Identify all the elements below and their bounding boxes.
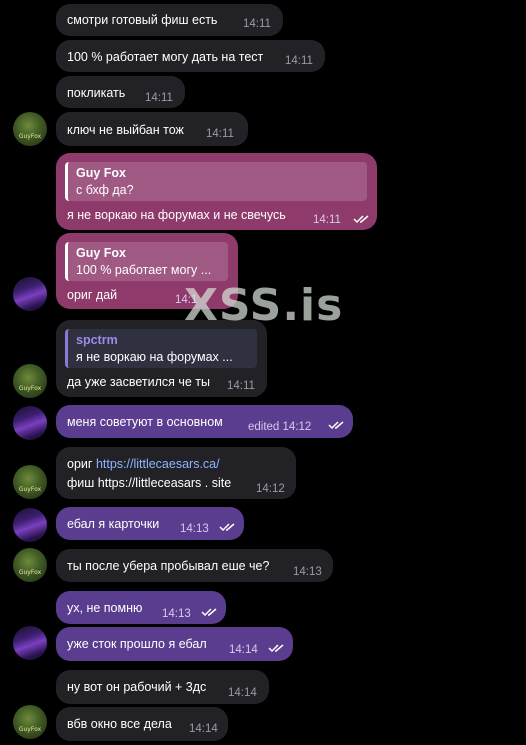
message-bubble[interactable]: меня советуют в основном edited 14:12 xyxy=(56,405,353,438)
avatar[interactable] xyxy=(13,626,47,660)
avatar[interactable] xyxy=(13,277,47,311)
avatar[interactable]: GuyFox xyxy=(13,112,47,146)
message-time: 14:13 xyxy=(180,523,209,535)
avatar-label: GuyFox xyxy=(18,133,42,140)
reply-text: я не воркаю на форумах ... xyxy=(76,350,233,364)
message-text: ориг https://littlecaesars.ca/ xyxy=(67,456,220,472)
message-bubble[interactable]: смотри готовый фиш есть 14:11 xyxy=(56,4,283,36)
message-text: ебал я карточки xyxy=(67,517,160,531)
reply-author: Guy Fox xyxy=(76,166,127,180)
message-bubble[interactable]: ты после убера пробывал еше че? 14:13 xyxy=(56,549,333,582)
message-bubble[interactable]: ориг https://littlecaesars.ca/ фиш https… xyxy=(56,447,296,499)
read-check-icon xyxy=(201,608,217,617)
message-time: 14:11 xyxy=(145,92,173,104)
message-bubble[interactable]: Guy Fox с бхф да? я не воркаю на форумах… xyxy=(56,153,377,230)
reply-author: spctrm xyxy=(76,333,118,347)
message-time: 14:12 xyxy=(256,483,285,495)
message-text: 100 % работает могу дать на тест xyxy=(67,50,264,64)
message-time: 14:11 xyxy=(206,128,234,140)
reply-quote[interactable]: spctrm я не воркаю на форумах ... xyxy=(65,329,257,368)
avatar[interactable] xyxy=(13,406,47,440)
message-text: вбв окно все дела xyxy=(67,717,172,731)
avatar[interactable] xyxy=(13,508,47,542)
reply-quote[interactable]: Guy Fox 100 % работает могу ... xyxy=(65,242,228,281)
read-check-icon xyxy=(328,421,344,430)
avatar-label: GuyFox xyxy=(18,569,42,576)
watermark: XSS.is xyxy=(184,280,344,331)
message-text: ориг дай xyxy=(67,288,118,302)
avatar-label: GuyFox xyxy=(18,486,42,493)
message-time: 14:11 xyxy=(285,55,313,67)
message-text: ключ не выйбан тож xyxy=(67,123,184,137)
avatar-label: GuyFox xyxy=(18,726,42,733)
message-time: 14:14 xyxy=(228,687,257,699)
avatar[interactable]: GuyFox xyxy=(13,465,47,499)
avatar[interactable]: GuyFox xyxy=(13,705,47,739)
message-text: ну вот он рабочий + 3дс xyxy=(67,680,207,694)
message-link[interactable]: https://littlecaesars.ca/ xyxy=(96,457,220,471)
message-time: edited 14:12 xyxy=(248,421,312,433)
message-text: покликать xyxy=(67,86,126,100)
message-bubble[interactable]: ебал я карточки 14:13 xyxy=(56,507,244,540)
message-text: да уже засветился че ты xyxy=(67,375,211,389)
message-time: 14:14 xyxy=(189,723,218,735)
message-bubble[interactable]: уже сток прошло я ебал 14:14 xyxy=(56,627,293,661)
message-bubble[interactable]: ну вот он рабочий + 3дс 14:14 xyxy=(56,670,269,704)
message-time: 14:11 xyxy=(313,214,341,226)
message-time: 14:11 xyxy=(243,18,271,30)
message-text: меня советуют в основном xyxy=(67,415,223,429)
message-bubble[interactable]: 100 % работает могу дать на тест 14:11 xyxy=(56,40,325,72)
read-check-icon xyxy=(219,523,235,532)
message-bubble[interactable]: вбв окно все дела 14:14 xyxy=(56,707,228,741)
reply-text: с бхф да? xyxy=(76,183,134,197)
message-text: я не воркаю на форумах и не свечусь xyxy=(67,208,286,222)
message-text-prefix: ориг xyxy=(67,457,93,471)
read-check-icon xyxy=(268,644,284,653)
reply-text: 100 % работает могу ... xyxy=(76,263,212,277)
message-bubble[interactable]: ух, не помню 14:13 xyxy=(56,591,226,624)
message-time: 14:11 xyxy=(227,380,255,392)
message-bubble[interactable]: spctrm я не воркаю на форумах ... да уже… xyxy=(56,320,267,397)
avatar[interactable]: GuyFox xyxy=(13,548,47,582)
message-text: уже сток прошло я ебал xyxy=(67,637,207,651)
message-time: 14:14 xyxy=(229,644,258,656)
message-text: ты после убера пробывал еше че? xyxy=(67,559,270,573)
avatar[interactable]: GuyFox xyxy=(13,364,47,398)
message-time: 14:13 xyxy=(293,566,322,578)
read-check-icon xyxy=(353,215,369,224)
message-text: фиш https://littleceasars . site xyxy=(67,476,232,490)
reply-author: Guy Fox xyxy=(76,246,127,260)
message-bubble[interactable]: ключ не выйбан тож 14:11 xyxy=(56,112,248,146)
reply-quote[interactable]: Guy Fox с бхф да? xyxy=(65,162,367,201)
message-text: ух, не помню xyxy=(67,601,143,615)
message-text: смотри готовый фиш есть xyxy=(67,13,218,27)
message-time: 14:13 xyxy=(162,608,191,620)
avatar-label: GuyFox xyxy=(18,385,42,392)
message-bubble[interactable]: покликать 14:11 xyxy=(56,76,185,108)
